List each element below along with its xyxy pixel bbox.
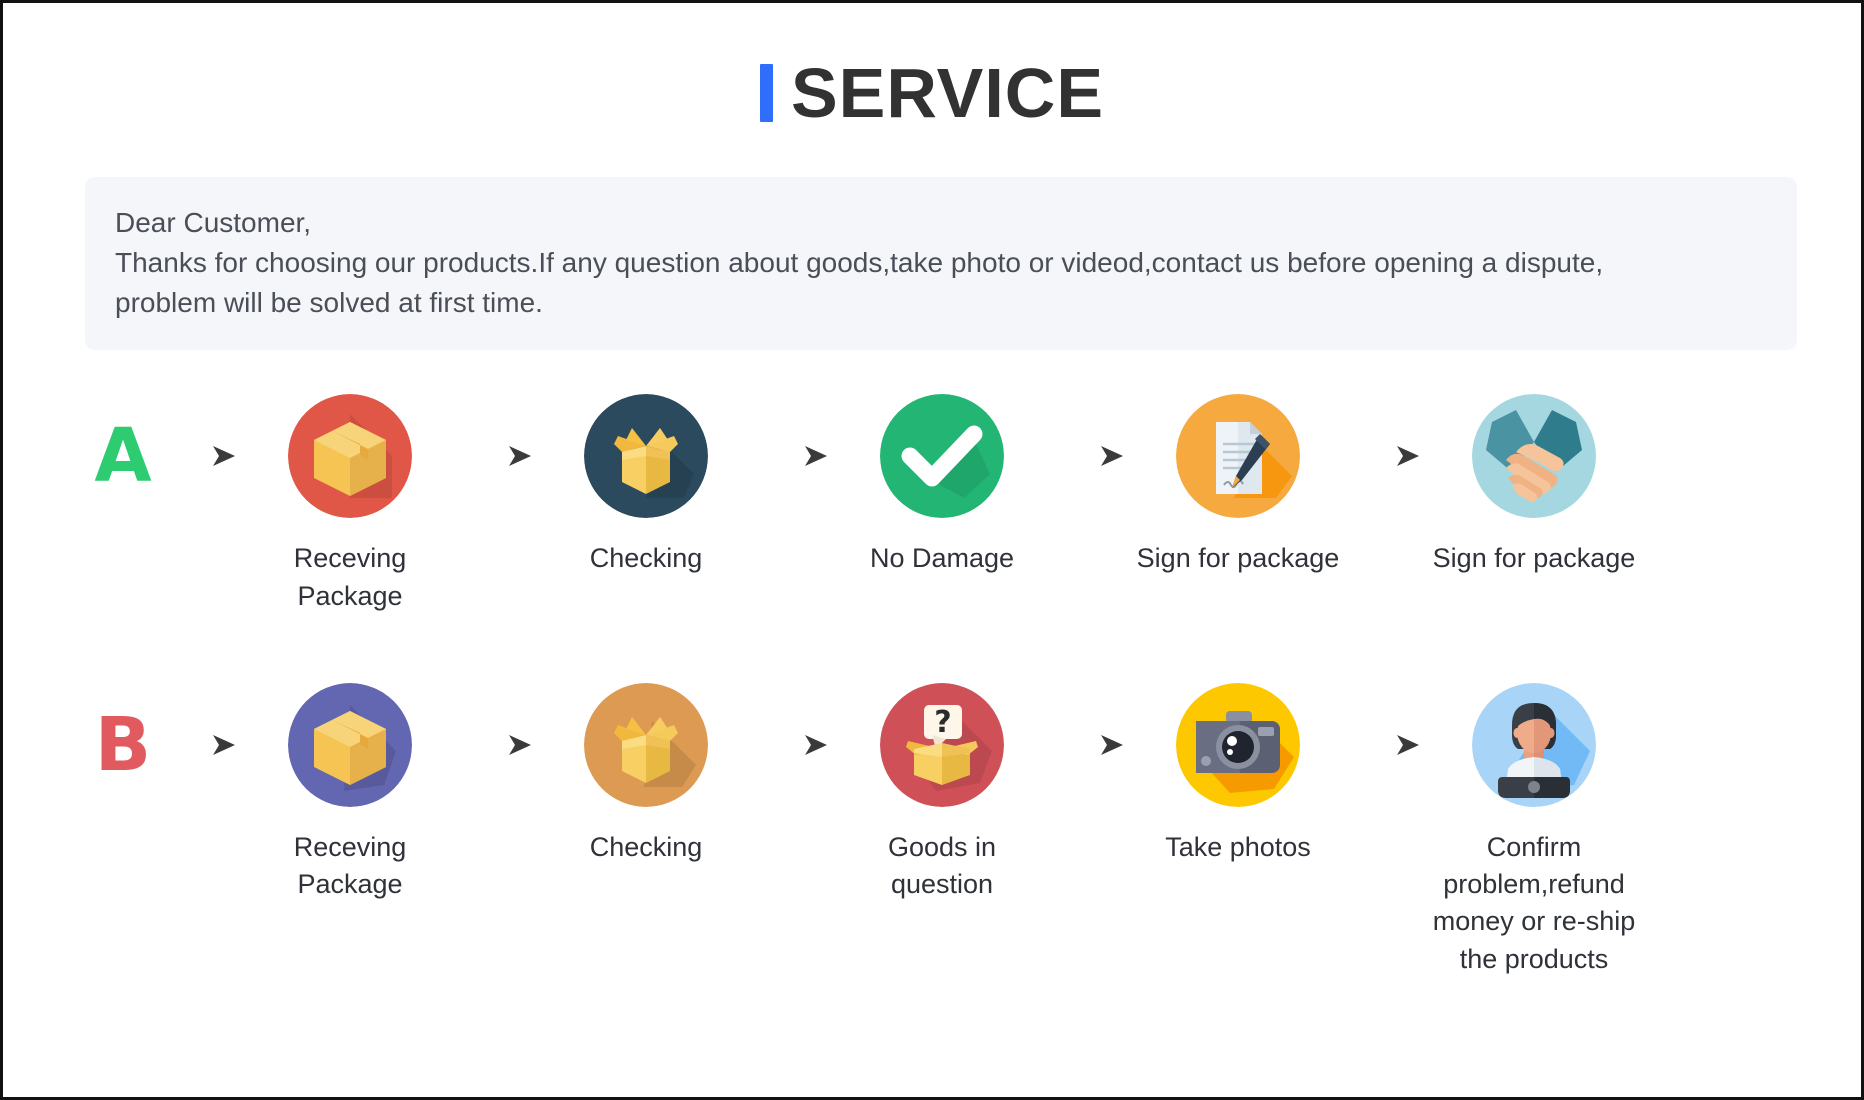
closed-box-icon bbox=[288, 682, 412, 807]
flow-step[interactable]: Sign for package bbox=[1133, 394, 1343, 577]
handshake-icon bbox=[1472, 394, 1596, 519]
flow-step[interactable]: ? Goods in question bbox=[837, 682, 1047, 904]
flow-step-label: Receving Package bbox=[293, 543, 407, 611]
title-accent-bar bbox=[759, 64, 773, 122]
flow-step[interactable]: Take photos bbox=[1133, 682, 1343, 866]
flow-badge-b: B bbox=[94, 701, 152, 788]
document-pen-icon bbox=[1176, 394, 1300, 519]
right-arrow-icon bbox=[455, 394, 541, 518]
question-box-icon: ? bbox=[880, 682, 1004, 807]
closed-box-icon bbox=[288, 394, 412, 519]
right-arrow-icon bbox=[159, 394, 245, 518]
flow-step[interactable]: Confirm problem,refund money or re-ship … bbox=[1429, 682, 1639, 978]
checkmark-icon bbox=[880, 394, 1004, 519]
right-arrow-icon bbox=[1343, 683, 1429, 807]
customer-notice-box: Dear Customer, Thanks for choosing our p… bbox=[85, 177, 1797, 351]
flow-step-label: Receving Package bbox=[293, 831, 407, 899]
service-page: SERVICE Dear Customer, Thanks for choosi… bbox=[0, 0, 1864, 1100]
right-arrow-icon bbox=[159, 683, 245, 807]
right-arrow-icon bbox=[751, 683, 837, 807]
right-arrow-icon bbox=[751, 394, 837, 518]
open-box-icon bbox=[584, 394, 708, 519]
flow-step-label: Checking bbox=[589, 831, 703, 862]
page-title: SERVICE bbox=[3, 47, 1861, 139]
flow-step[interactable]: Receving Package bbox=[245, 394, 455, 615]
flow-step-label: No Damage bbox=[869, 543, 1015, 574]
flow-step-label: Goods in question bbox=[887, 831, 997, 899]
flow-step-label: Take photos bbox=[1165, 831, 1311, 862]
notice-line-2: Thanks for choosing our products.If any … bbox=[115, 246, 1604, 278]
open-box-icon bbox=[584, 682, 708, 807]
page-title-text: SERVICE bbox=[790, 54, 1105, 132]
flow-step-label: Checking bbox=[589, 543, 703, 574]
support-person-icon bbox=[1472, 682, 1596, 807]
flow-step[interactable]: Receving Package bbox=[245, 682, 455, 904]
notice-line-3: problem will be solved at first time. bbox=[115, 286, 543, 318]
flow-badge-a: A bbox=[94, 413, 152, 500]
right-arrow-icon bbox=[1047, 683, 1133, 807]
flow-row-b: B Receving Package Checking ? Goods in q… bbox=[3, 682, 1861, 978]
flow-step[interactable]: No Damage bbox=[837, 394, 1047, 577]
right-arrow-icon bbox=[455, 683, 541, 807]
flow-step-label: Confirm problem,refund money or re-ship … bbox=[1432, 831, 1636, 974]
camera-icon bbox=[1176, 682, 1300, 807]
flow-step-label: Sign for package bbox=[1432, 543, 1636, 574]
flow-step[interactable]: Checking bbox=[541, 682, 751, 866]
notice-line-1: Dear Customer, bbox=[115, 207, 312, 238]
flow-row-a: A Receving Package Checking No Damage Si… bbox=[3, 394, 1861, 615]
right-arrow-icon bbox=[1047, 394, 1133, 518]
flow-step[interactable]: Sign for package bbox=[1429, 394, 1639, 577]
flow-step-label: Sign for package bbox=[1136, 543, 1340, 574]
svg-text:?: ? bbox=[934, 705, 951, 740]
flow-step[interactable]: Checking bbox=[541, 394, 751, 577]
right-arrow-icon bbox=[1343, 394, 1429, 518]
